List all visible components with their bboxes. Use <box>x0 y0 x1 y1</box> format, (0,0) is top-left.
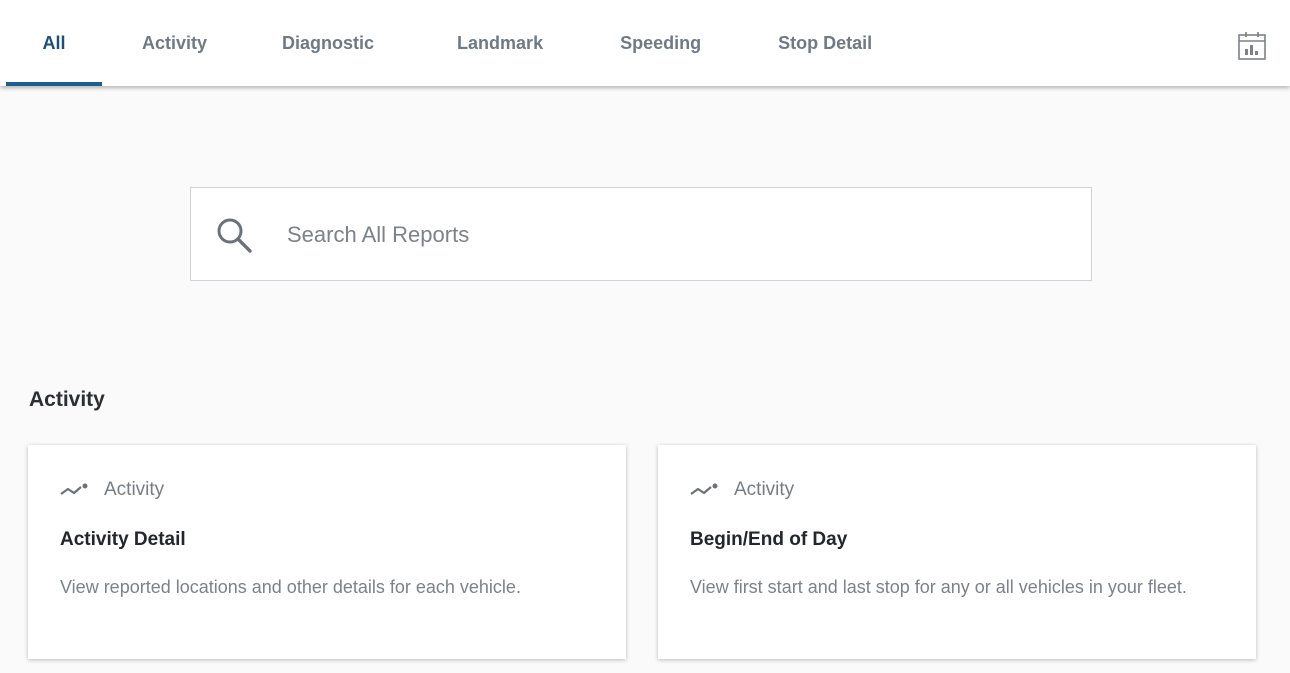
tab-landmark-label: Landmark <box>457 32 544 53</box>
tab-speeding-label: Speeding <box>620 32 702 53</box>
card-category: Activity <box>60 479 164 501</box>
active-tab-indicator <box>6 82 102 86</box>
calendar-chart-icon[interactable] <box>1236 30 1268 62</box>
tab-stop-detail[interactable]: Stop Detail <box>778 0 872 86</box>
search-icon <box>215 216 259 256</box>
tab-speeding[interactable]: Speeding <box>620 0 701 86</box>
activity-trend-icon <box>60 483 90 497</box>
reports-page: All Activity Diagnostic Landmark Speedin… <box>0 0 1290 673</box>
card-description: View first start and last stop for any o… <box>690 577 1187 597</box>
report-card-activity-detail[interactable]: Activity Activity Detail View reported l… <box>28 445 626 659</box>
card-category-label: Activity <box>104 479 165 500</box>
tab-all[interactable]: All <box>6 0 102 86</box>
tab-activity-label: Activity <box>142 32 208 53</box>
card-title: Activity Detail <box>60 529 186 550</box>
card-title: Begin/End of Day <box>690 529 848 550</box>
tab-activity[interactable]: Activity <box>142 0 207 86</box>
report-tab-bar: All Activity Diagnostic Landmark Speedin… <box>0 0 1290 86</box>
tab-landmark[interactable]: Landmark <box>457 0 543 86</box>
tab-diagnostic-label: Diagnostic <box>282 32 375 53</box>
report-card-begin-end-of-day[interactable]: Activity Begin/End of Day View first sta… <box>658 445 1256 659</box>
section-heading-activity: Activity <box>29 388 105 411</box>
tab-diagnostic[interactable]: Diagnostic <box>282 0 374 86</box>
card-description: View reported locations and other detail… <box>60 577 521 597</box>
card-category-label: Activity <box>734 479 795 500</box>
search-input[interactable] <box>285 208 1069 262</box>
tab-all-label: All <box>42 32 66 53</box>
tab-stop-detail-label: Stop Detail <box>778 32 873 53</box>
report-search-box <box>190 187 1092 281</box>
tab-list: All Activity Diagnostic Landmark Speedin… <box>6 0 872 86</box>
card-category: Activity <box>690 479 794 501</box>
activity-trend-icon <box>690 483 720 497</box>
